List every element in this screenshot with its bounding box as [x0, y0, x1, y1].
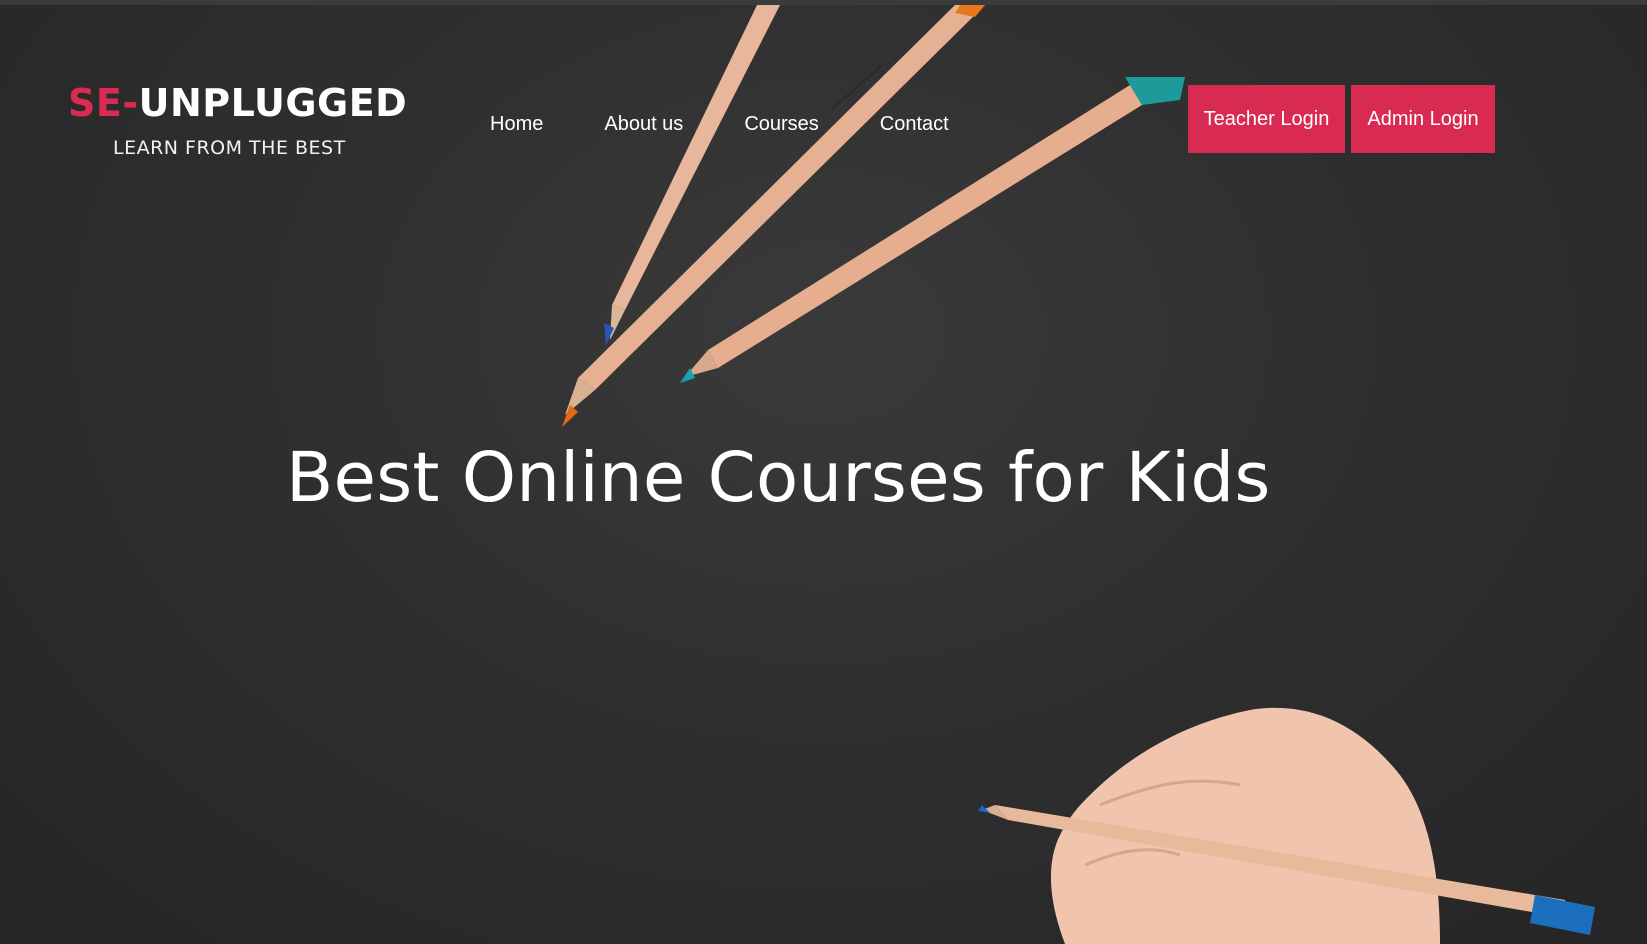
hero-headline: Best Online Courses for Kids [286, 438, 1271, 518]
main-nav: Home About us Courses Contact [490, 109, 949, 139]
auth-buttons: Teacher Login Admin Login [1188, 85, 1495, 153]
hero-section: SE-UNPLUGGED LEARN FROM THE BEST Home Ab… [0, 5, 1647, 944]
logo-prefix: SE- [68, 81, 139, 125]
nav-about-link[interactable]: About us [604, 109, 683, 139]
nav-courses-link[interactable]: Courses [744, 109, 818, 139]
admin-login-button[interactable]: Admin Login [1351, 85, 1495, 153]
site-logo[interactable]: SE-UNPLUGGED LEARN FROM THE BEST [68, 81, 407, 159]
nav-home-link[interactable]: Home [490, 109, 543, 139]
logo-wordmark: SE-UNPLUGGED [68, 81, 407, 125]
nav-contact-link[interactable]: Contact [880, 109, 949, 139]
teacher-login-button[interactable]: Teacher Login [1188, 85, 1345, 153]
logo-name: UNPLUGGED [138, 81, 408, 125]
logo-tagline: LEARN FROM THE BEST [113, 137, 346, 159]
